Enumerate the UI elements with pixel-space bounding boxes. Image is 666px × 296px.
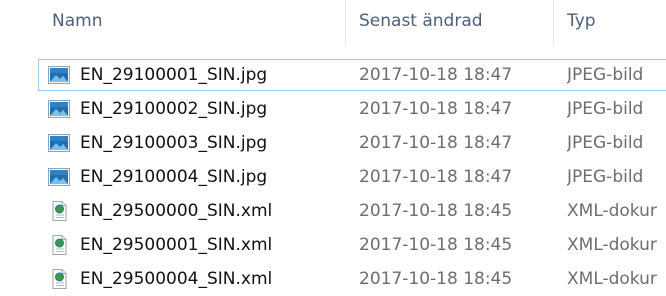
file-row[interactable]: EN_29100002_SIN.jpg 2017-10-18 18:47 JPE… bbox=[0, 92, 666, 126]
file-type: XML-dokur bbox=[567, 201, 657, 221]
file-modified: 2017-10-18 18:45 bbox=[359, 201, 513, 221]
file-type: JPEG-bild bbox=[567, 99, 644, 119]
file-modified: 2017-10-18 18:47 bbox=[359, 167, 513, 187]
file-list: EN_29100001_SIN.jpg 2017-10-18 18:47 JPE… bbox=[0, 58, 666, 296]
image-file-icon bbox=[48, 167, 70, 187]
file-modified: 2017-10-18 18:47 bbox=[359, 65, 513, 85]
file-name: EN_29100001_SIN.jpg bbox=[80, 65, 268, 85]
file-row[interactable]: EN_29100004_SIN.jpg 2017-10-18 18:47 JPE… bbox=[0, 160, 666, 194]
file-row[interactable]: EN_29100001_SIN.jpg 2017-10-18 18:47 JPE… bbox=[0, 58, 666, 92]
image-file-icon bbox=[48, 99, 70, 119]
file-row[interactable]: EN_29500000_SIN.xml 2017-10-18 18:45 XML… bbox=[0, 194, 666, 228]
file-type: XML-dokur bbox=[567, 235, 657, 255]
column-header-bar: Namn Senast ändrad Typ bbox=[0, 0, 666, 46]
file-name: EN_29500001_SIN.xml bbox=[80, 235, 273, 255]
image-file-icon bbox=[48, 133, 70, 153]
file-name: EN_29100003_SIN.jpg bbox=[80, 133, 268, 153]
file-type: JPEG-bild bbox=[567, 65, 644, 85]
column-header-type[interactable]: Typ bbox=[553, 0, 666, 46]
xml-file-icon bbox=[48, 269, 70, 289]
file-row[interactable]: EN_29500001_SIN.xml 2017-10-18 18:45 XML… bbox=[0, 228, 666, 262]
xml-file-icon bbox=[48, 201, 70, 221]
file-name: EN_29100002_SIN.jpg bbox=[80, 99, 268, 119]
column-header-modified[interactable]: Senast ändrad bbox=[345, 0, 553, 46]
file-type: JPEG-bild bbox=[567, 133, 644, 153]
file-name: EN_29100004_SIN.jpg bbox=[80, 167, 268, 187]
file-modified: 2017-10-18 18:45 bbox=[359, 235, 513, 255]
file-name: EN_29500000_SIN.xml bbox=[80, 201, 273, 221]
file-type: JPEG-bild bbox=[567, 167, 644, 187]
file-modified: 2017-10-18 18:47 bbox=[359, 133, 513, 153]
image-file-icon bbox=[48, 65, 70, 85]
file-row[interactable]: EN_29100003_SIN.jpg 2017-10-18 18:47 JPE… bbox=[0, 126, 666, 160]
file-modified: 2017-10-18 18:47 bbox=[359, 99, 513, 119]
column-header-name[interactable]: Namn bbox=[38, 0, 345, 46]
xml-file-icon bbox=[48, 235, 70, 255]
